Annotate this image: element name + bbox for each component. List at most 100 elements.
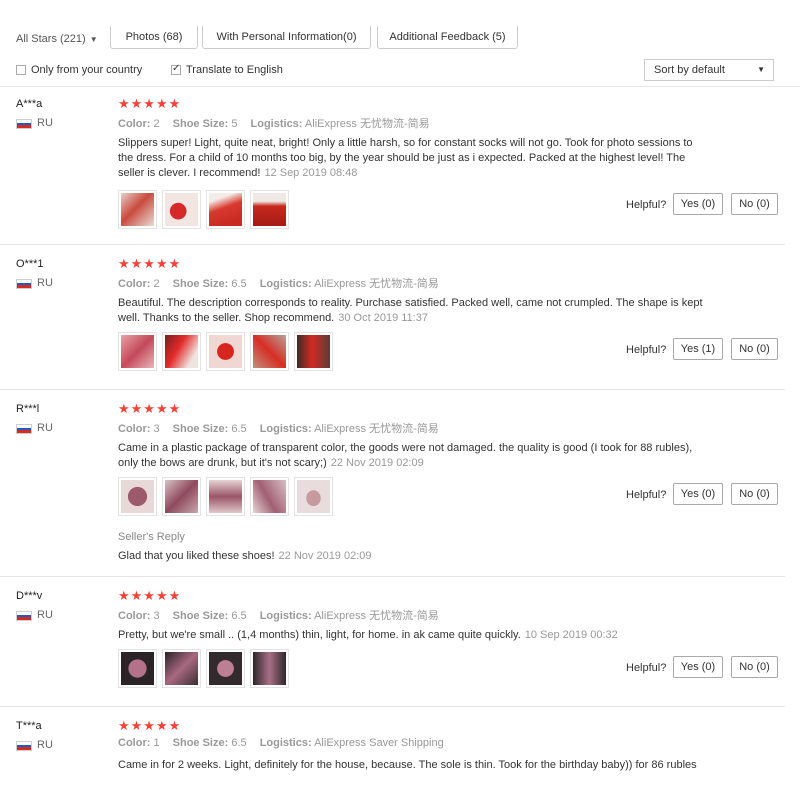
- review-photos: [118, 190, 289, 229]
- seller-reply-heading: Seller's Reply: [118, 531, 185, 543]
- review-photos: [118, 477, 333, 516]
- feedback-page: All Stars (221) ▼ Photos (68) With Person…: [0, 0, 800, 800]
- review-body: Slippers super! Light, quite neat, brigh…: [118, 137, 693, 179]
- review-body: Pretty, but we're small .. (1,4 months) …: [118, 629, 521, 641]
- review-photo-thumbnail[interactable]: [294, 332, 333, 371]
- review-photo-thumbnail[interactable]: [118, 649, 157, 688]
- divider: [0, 86, 800, 87]
- review-photo-thumbnail[interactable]: [162, 332, 201, 371]
- logistics-value: AliExpress 无忧物流-简易: [314, 423, 439, 435]
- review-photo-thumbnail[interactable]: [162, 649, 201, 688]
- review-photo-thumbnail[interactable]: [206, 649, 245, 688]
- only-country-checkbox[interactable]: [16, 65, 26, 75]
- russia-flag-icon: [16, 279, 32, 289]
- color-key: Color:: [118, 610, 151, 622]
- tab-personal-information[interactable]: With Personal Information(0): [202, 26, 371, 49]
- reviewer-name: O***1: [16, 258, 44, 270]
- review-photo-thumbnail[interactable]: [250, 332, 289, 371]
- review-photo-thumbnail[interactable]: [162, 477, 201, 516]
- review-body: Came in for 2 weeks. Light, definitely f…: [118, 759, 697, 771]
- color-key: Color:: [118, 118, 151, 130]
- review-photo-thumbnail[interactable]: [206, 477, 245, 516]
- stars-filter-dropdown[interactable]: All Stars (221) ▼: [16, 33, 98, 45]
- divider: [0, 244, 785, 245]
- logistics-key: Logistics:: [259, 610, 312, 622]
- star-rating: ★★★★★: [118, 96, 182, 111]
- helpful-yes-button[interactable]: Yes (0): [673, 483, 723, 505]
- review-photos: [118, 649, 289, 688]
- helpful-yes-button[interactable]: Yes (1): [673, 338, 723, 360]
- review-photo-thumbnail[interactable]: [206, 332, 245, 371]
- review-attributes: Color: 3 Shoe Size: 6.5 Logistics: AliEx…: [118, 607, 449, 623]
- star-rating: ★★★★★: [118, 256, 182, 271]
- helpful-label: Helpful?: [626, 489, 667, 501]
- review-photo-thumbnail[interactable]: [118, 190, 157, 229]
- helpful-label: Helpful?: [626, 662, 667, 674]
- star-rating: ★★★★★: [118, 718, 182, 733]
- size-key: Shoe Size:: [172, 423, 229, 435]
- review-photo-thumbnail[interactable]: [118, 332, 157, 371]
- review-photo-thumbnail[interactable]: [250, 477, 289, 516]
- translate-checkbox[interactable]: [171, 63, 181, 75]
- star-rating: ★★★★★: [118, 401, 182, 416]
- divider: [0, 576, 785, 577]
- color-key: Color:: [118, 737, 151, 749]
- size-key: Shoe Size:: [172, 737, 229, 749]
- review-photo-thumbnail[interactable]: [250, 649, 289, 688]
- size-key: Shoe Size:: [172, 118, 229, 130]
- color-value: 2: [153, 278, 160, 290]
- helpful-no-button[interactable]: No (0): [731, 483, 778, 505]
- reviewer-name: D***v: [16, 590, 43, 602]
- helpful-no-button[interactable]: No (0): [731, 193, 778, 215]
- color-key: Color:: [118, 423, 151, 435]
- logistics-value: AliExpress 无忧物流-简易: [314, 278, 439, 290]
- helpful-no-button[interactable]: No (0): [731, 338, 778, 360]
- russia-flag-icon: [16, 611, 32, 621]
- sort-dropdown[interactable]: Sort by default ▼: [644, 59, 774, 81]
- logistics-key: Logistics:: [259, 423, 312, 435]
- translate-label: Translate to English: [186, 64, 283, 76]
- chevron-down-icon: ▼: [89, 35, 98, 44]
- country-code: RU: [37, 277, 53, 289]
- review-photo-thumbnail[interactable]: [250, 190, 289, 229]
- size-value: 6.5: [231, 423, 247, 435]
- helpful-no-button[interactable]: No (0): [731, 656, 778, 678]
- reviewer-name: R***l: [16, 403, 40, 415]
- size-value: 6.5: [231, 278, 247, 290]
- review-attributes: Color: 1 Shoe Size: 6.5 Logistics: AliEx…: [118, 737, 454, 749]
- review-text: Slippers super! Light, quite neat, brigh…: [118, 136, 703, 181]
- review-date: 22 Nov 2019 02:09: [330, 457, 424, 469]
- russia-flag-icon: [16, 424, 32, 434]
- logistics-key: Logistics:: [250, 118, 303, 130]
- tab-additional-feedback[interactable]: Additional Feedback (5): [377, 26, 518, 49]
- stars-filter-label: All Stars (221): [16, 33, 86, 45]
- review-attributes: Color: 2 Shoe Size: 6.5 Logistics: AliEx…: [118, 275, 449, 291]
- logistics-value: AliExpress 无忧物流-简易: [304, 118, 430, 130]
- country-code: RU: [37, 739, 53, 751]
- review-photo-thumbnail[interactable]: [294, 477, 333, 516]
- color-key: Color:: [118, 278, 151, 290]
- seller-reply-date: 22 Nov 2019 02:09: [278, 550, 372, 562]
- helpful-yes-button[interactable]: Yes (0): [673, 656, 723, 678]
- color-value: 3: [153, 423, 160, 435]
- size-key: Shoe Size:: [172, 278, 229, 290]
- review-photo-thumbnail[interactable]: [118, 477, 157, 516]
- russia-flag-icon: [16, 119, 32, 129]
- color-value: 3: [153, 610, 160, 622]
- size-value: 6.5: [231, 737, 247, 749]
- country-code: RU: [37, 609, 53, 621]
- helpful-label: Helpful?: [626, 344, 667, 356]
- size-value: 5: [231, 118, 238, 130]
- helpful-label: Helpful?: [626, 199, 667, 211]
- review-photo-thumbnail[interactable]: [206, 190, 245, 229]
- review-attributes: Color: 2 Shoe Size: 5 Logistics: AliExpr…: [118, 115, 440, 131]
- reviewer-name: A***a: [16, 98, 43, 110]
- review-photo-thumbnail[interactable]: [162, 190, 201, 229]
- tab-photos[interactable]: Photos (68): [110, 26, 198, 49]
- review-text: Came in for 2 weeks. Light, definitely f…: [118, 758, 758, 773]
- review-date: 10 Sep 2019 00:32: [524, 629, 618, 641]
- country-code: RU: [37, 117, 53, 129]
- review-attributes: Color: 3 Shoe Size: 6.5 Logistics: AliEx…: [118, 420, 449, 436]
- seller-reply-text: Glad that you liked these shoes! 22 Nov 2…: [118, 550, 372, 562]
- helpful-yes-button[interactable]: Yes (0): [673, 193, 723, 215]
